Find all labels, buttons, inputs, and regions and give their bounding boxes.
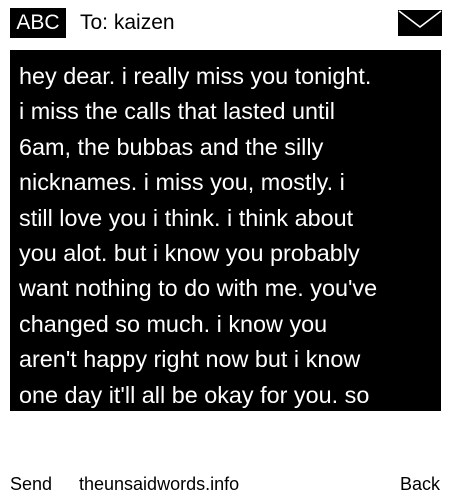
message-line: you alot. but i know you probably xyxy=(19,240,360,267)
message-line: hey dear. i really miss you tonight. xyxy=(19,63,372,89)
send-button[interactable]: Send xyxy=(10,472,52,496)
message-line: nicknames. i miss you, mostly. i xyxy=(19,169,345,196)
message-line: 6am, the bubbas and the silly xyxy=(19,133,324,160)
back-button[interactable]: Back xyxy=(400,472,440,496)
recipient-field[interactable]: To: kaizen xyxy=(80,9,175,37)
message-body[interactable]: hey dear. i really miss you tonight. i m… xyxy=(19,59,437,411)
message-panel[interactable]: hey dear. i really miss you tonight. i m… xyxy=(10,50,441,411)
message-line: aren't happy right now but i know xyxy=(19,346,361,373)
message-line: i miss the calls that lasted until xyxy=(19,98,335,125)
site-watermark: theunsaidwords.info xyxy=(79,474,240,494)
message-line: want nothing to do with me. you've xyxy=(19,275,378,302)
input-mode-badge[interactable]: ABC xyxy=(10,8,66,38)
message-line: one day it'll all be okay for you. so xyxy=(19,381,370,408)
envelope-icon[interactable] xyxy=(398,10,442,36)
message-line: changed so much. i know you xyxy=(19,310,328,337)
compose-header: ABC To: kaizen xyxy=(0,0,450,44)
message-line: still love you i think. i think about xyxy=(19,204,354,231)
